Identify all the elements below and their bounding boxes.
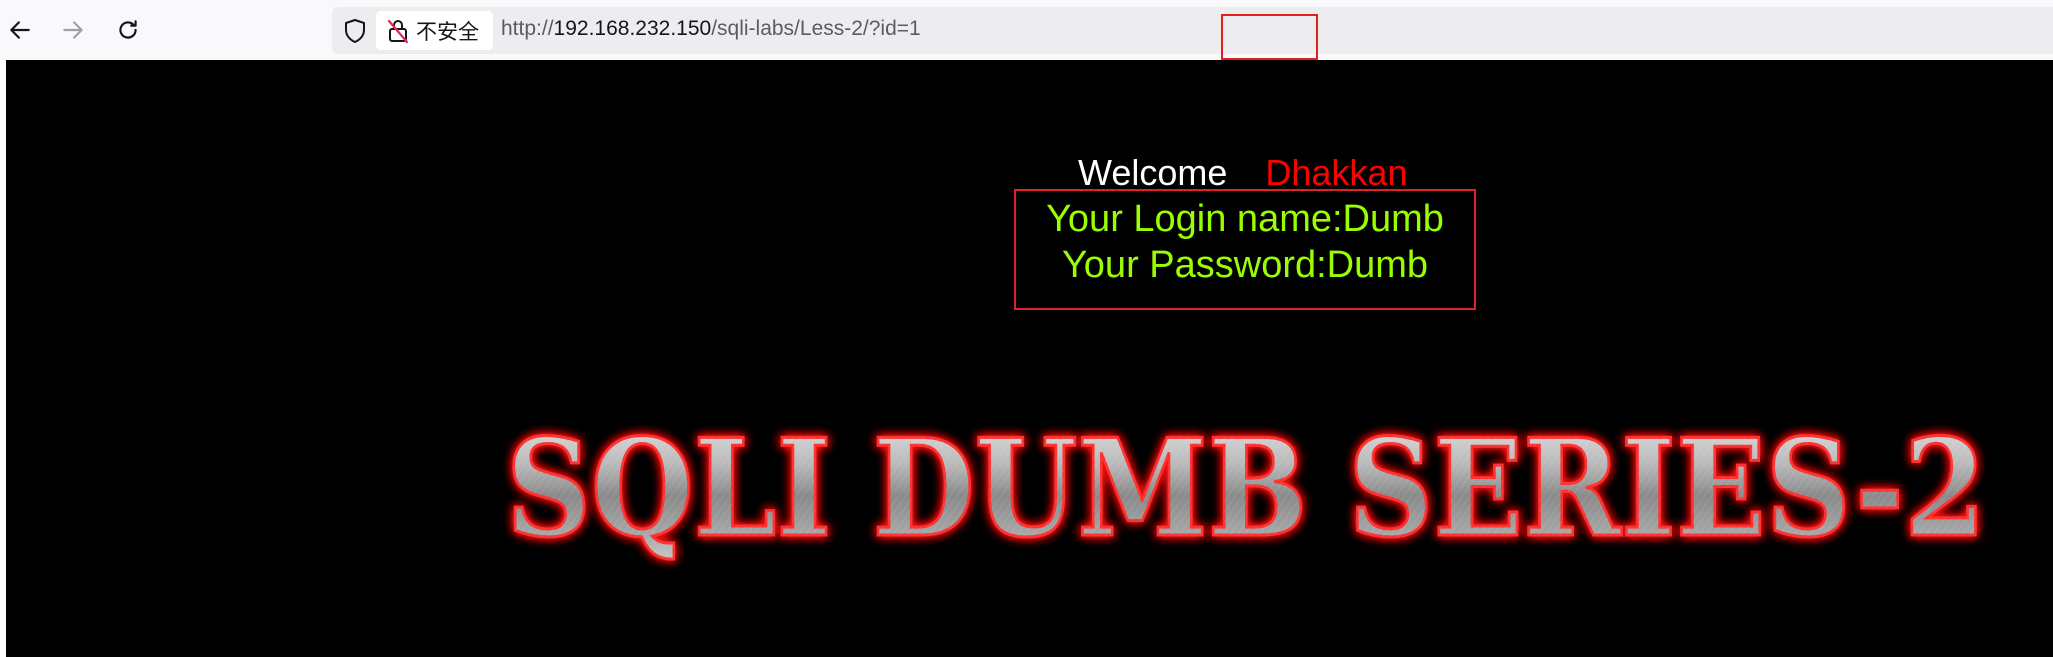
insecure-lock-icon [387,19,409,43]
welcome-heading: Welcome Dhakkan [1078,152,1407,194]
shield-icon [345,19,365,43]
url-path: /sqli-labs/Less-2/ [711,17,869,40]
sqli-dumb-series-title-image: SQLI DUMB SERIES-2 SQLI DUMB SERIES-2 [505,408,1988,569]
url-prefix: http:// [501,17,554,40]
page-content: Welcome Dhakkan Your Login name:Dumb Your… [6,60,2053,657]
url-query-highlight-box [1221,14,1318,60]
security-label: 不安全 [416,19,479,44]
welcome-label: Welcome [1078,152,1228,193]
back-button[interactable] [0,10,40,50]
reload-button[interactable] [108,10,148,50]
url-host: 192.168.232.150 [553,17,712,40]
title-image-texture: SQLI DUMB SERIES-2 [506,409,1986,567]
address-bar[interactable]: 不安全 http://192.168.232.150/sqli-labs/Les… [332,7,2053,60]
tracking-protection-button[interactable] [340,16,370,46]
arrow-right-icon [63,21,83,39]
welcome-name: Dhakkan [1265,152,1408,193]
password-text: Your Password:Dumb [1061,244,1429,286]
url-text[interactable]: http://192.168.232.150/sqli-labs/Less-2/… [501,17,921,41]
arrow-left-icon [10,21,30,39]
login-name-text: Your Login name:Dumb [1046,198,1444,240]
url-query: ?id=1 [868,17,921,40]
forward-button[interactable] [53,10,93,50]
reload-icon [119,20,137,39]
site-security-button[interactable]: 不安全 [376,11,493,50]
browser-toolbar: 不安全 http://192.168.232.150/sqli-labs/Les… [0,0,2053,60]
